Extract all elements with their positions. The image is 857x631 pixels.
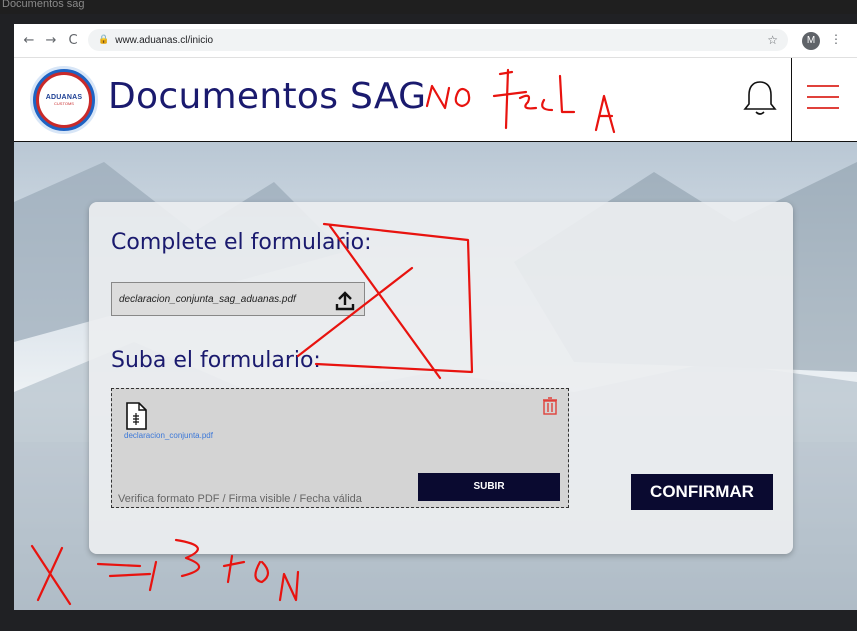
upload-icon[interactable]	[334, 289, 356, 311]
hero-background: Complete el formulario: declaracion_conj…	[14, 142, 857, 610]
confirm-button[interactable]: CONFIRMAR	[631, 474, 773, 510]
page-title: Documentos SAG	[108, 76, 427, 117]
bell-icon[interactable]	[742, 78, 778, 118]
reload-icon[interactable]: C	[62, 33, 84, 48]
address-bar[interactable]: 🔒 www.aduanas.cl/inicio ☆	[88, 29, 788, 51]
header-divider	[791, 58, 792, 142]
profile-avatar[interactable]: M	[802, 32, 820, 50]
upload-form-heading: Suba el formulario:	[111, 348, 321, 373]
file-drop-zone[interactable]: declaracion_conjunta.pdf SUBIR Verifica …	[111, 388, 569, 508]
form-file-name: declaracion_conjunta_sag_aduanas.pdf	[119, 293, 296, 305]
lock-icon: 🔒	[98, 35, 110, 45]
bookmark-star-icon[interactable]: ☆	[767, 33, 778, 47]
url-text: www.aduanas.cl/inicio	[115, 34, 214, 46]
uploaded-file-name[interactable]: declaracion_conjunta.pdf	[124, 431, 213, 440]
document-file-icon	[126, 402, 147, 430]
tab-strip	[14, 14, 857, 24]
trash-icon[interactable]	[542, 397, 558, 415]
complete-form-heading: Complete el formulario:	[111, 230, 372, 255]
app-header: ADUANAS CUSTOMS Documentos SAG	[14, 58, 857, 142]
os-window-title: Documentos sag	[0, 0, 857, 14]
back-arrow-icon[interactable]: ←	[18, 33, 40, 48]
aduanas-logo[interactable]: ADUANAS CUSTOMS	[30, 66, 98, 134]
validation-hint: Verifica formato PDF / Firma visible / F…	[118, 493, 362, 505]
browser-window: ← → C 🔒 www.aduanas.cl/inicio ☆ M ⋮ ADUA…	[14, 14, 857, 610]
form-card: Complete el formulario: declaracion_conj…	[89, 202, 793, 554]
form-download-field[interactable]: declaracion_conjunta_sag_aduanas.pdf	[111, 282, 365, 316]
forward-arrow-icon[interactable]: →	[40, 33, 62, 48]
browser-toolbar: ← → C 🔒 www.aduanas.cl/inicio ☆ M ⋮	[14, 24, 857, 58]
logo-text: ADUANAS	[45, 94, 83, 101]
hamburger-menu-icon[interactable]	[807, 85, 839, 113]
logo-emblem: ADUANAS CUSTOMS	[36, 72, 92, 128]
upload-button[interactable]: SUBIR	[418, 473, 560, 501]
logo-subtext: CUSTOMS	[54, 101, 74, 106]
browser-menu-icon[interactable]: ⋮	[830, 32, 842, 46]
